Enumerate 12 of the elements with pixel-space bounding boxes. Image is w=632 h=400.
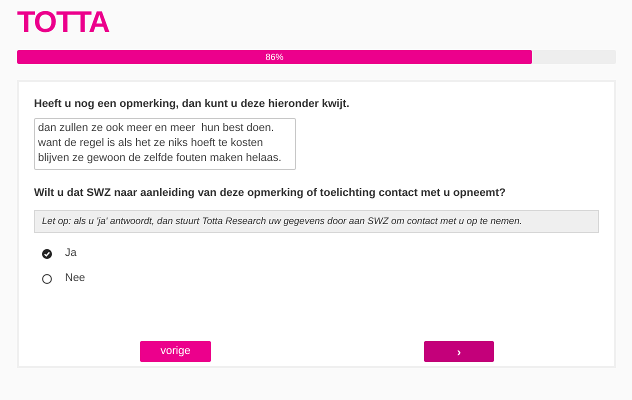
option-label[interactable]: Nee: [65, 270, 86, 287]
notice-text: Let op: als u 'ja' antwoordt, dan stuurt Totta Research uw gegevens door aan SWZ om contact met u op te nemen.: [34, 210, 599, 233]
question-label: Heeft u nog een opmerking, dan kunt u deze hieronder kwijt.: [34, 97, 350, 112]
radio-icon[interactable]: [42, 274, 52, 284]
previous-button[interactable]: vorige: [140, 341, 211, 362]
comment-field[interactable]: dan zullen ze ook meer en meer hun best doen. want de regel is als het ze niks hoeft te kosten blijven ze gewoon de zelfde fouten maken helaas.: [34, 118, 296, 170]
question-label: Wilt u dat SWZ naar aanleiding van deze opmerking of toelichting contact met u opneemt?: [34, 186, 507, 201]
progress-label: 86%: [264, 51, 285, 64]
next-button[interactable]: ›: [424, 341, 494, 362]
option-label[interactable]: Ja: [65, 245, 77, 262]
logo: TOTTA: [17, 7, 110, 39]
checked-radio-icon[interactable]: [42, 248, 52, 258]
